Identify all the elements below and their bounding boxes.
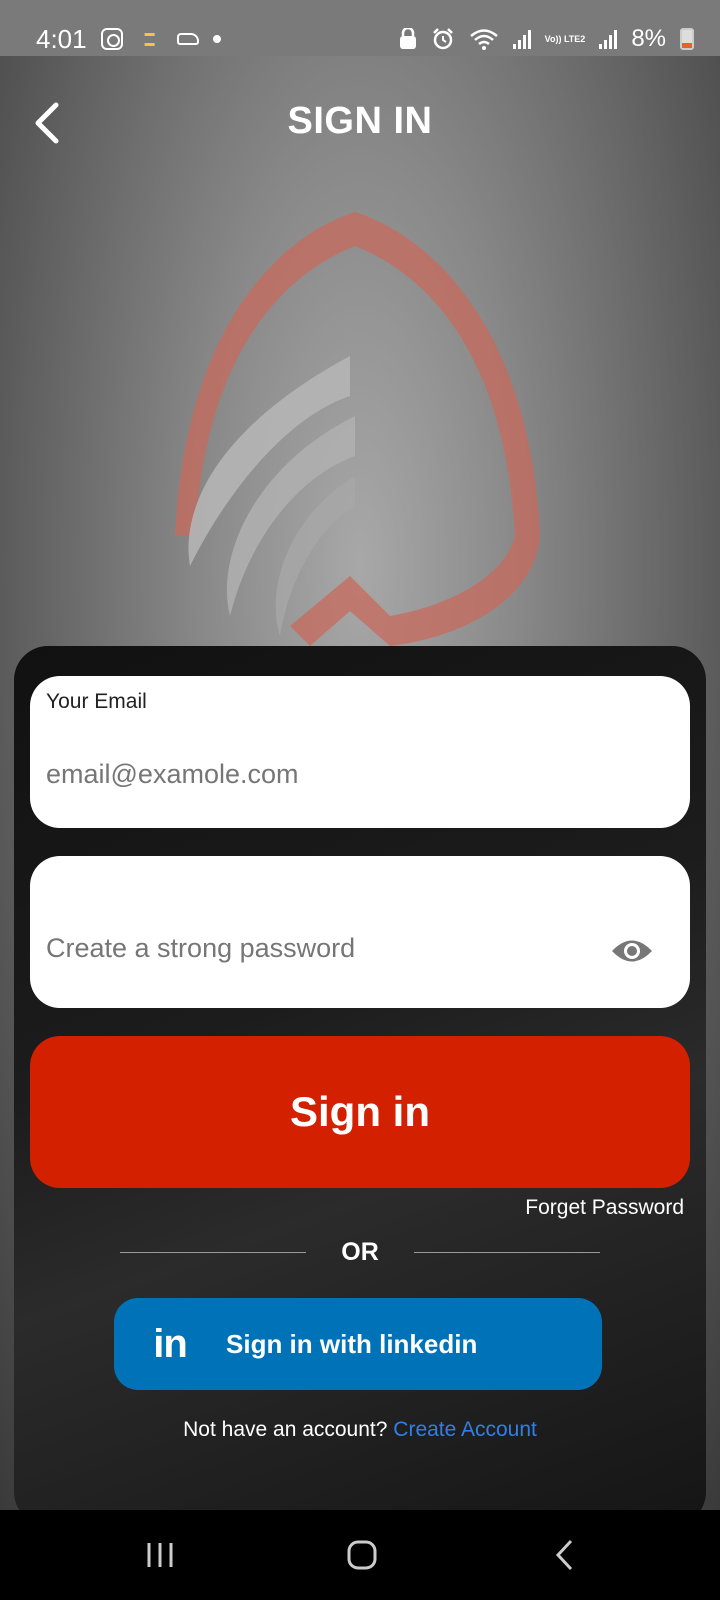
status-left: 4:01 ▬ ▬ <box>36 24 221 55</box>
email-field: Your Email <box>30 676 690 828</box>
recents-icon <box>147 1543 173 1567</box>
or-divider: OR <box>120 1238 600 1268</box>
no-account-text: Not have an account? <box>183 1418 388 1441</box>
linkedin-signin-button[interactable]: in Sign in with linkedin <box>114 1298 602 1390</box>
divider-line-right <box>414 1252 600 1253</box>
email-label: Your Email <box>46 690 147 713</box>
battery-icon <box>680 28 694 50</box>
system-back-button[interactable] <box>504 1510 624 1600</box>
home-button[interactable] <box>302 1510 422 1600</box>
linkedin-icon: in <box>153 1322 188 1366</box>
recents-button[interactable] <box>100 1510 220 1600</box>
system-nav-bar <box>0 1510 720 1600</box>
battery-percent: 8% <box>631 25 666 52</box>
signal-bars-2-icon <box>599 29 618 49</box>
lock-icon <box>399 28 417 50</box>
app-logo <box>175 212 540 646</box>
car-icon <box>176 33 199 45</box>
home-icon <box>347 1540 377 1570</box>
volte-indicator: Vo)) LTE2 <box>544 34 586 44</box>
instagram-icon <box>100 28 123 50</box>
password-input[interactable] <box>46 928 606 968</box>
status-right: Vo)) LTE2 8% <box>399 25 694 53</box>
linkedin-button-label: Sign in with linkedin <box>226 1328 478 1359</box>
password-field <box>30 856 690 1008</box>
notification-dot-icon <box>212 35 221 43</box>
email-input[interactable] <box>46 754 606 794</box>
create-account-row: Not have an account? Create Account <box>14 1418 706 1442</box>
souq-app-icon: ▬ ▬ <box>144 28 155 49</box>
app-area: SIGN IN Your Email Sign in Forget Passwo… <box>0 56 720 1510</box>
forget-password-link[interactable]: Forget Password <box>525 1196 684 1220</box>
app-header: SIGN IN <box>0 56 720 186</box>
login-card: Your Email Sign in Forget Password OR in… <box>14 646 706 1510</box>
eye-icon[interactable] <box>610 936 654 966</box>
status-time: 4:01 <box>36 23 87 54</box>
signin-button[interactable]: Sign in <box>30 1036 690 1188</box>
alarm-icon <box>431 27 455 51</box>
page-title: SIGN IN <box>287 100 433 142</box>
chevron-left-icon <box>555 1539 573 1571</box>
create-account-link[interactable]: Create Account <box>393 1418 537 1441</box>
signal-bars-icon <box>512 29 531 49</box>
wifi-icon <box>469 28 499 50</box>
